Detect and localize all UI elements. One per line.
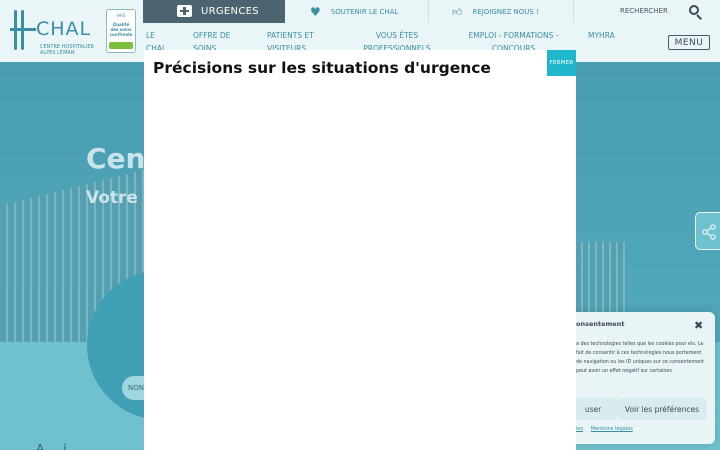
close-icon[interactable]: ✖ [694,319,703,332]
menu-button[interactable]: MENU [668,35,710,50]
search-icon[interactable] [689,5,703,20]
has-quality-badge[interactable]: HAS Qualité des soins confirmée [106,9,136,53]
topnav-separator [573,0,574,23]
nav-emploi-line1: EMPLOI - FORMATIONS - [468,31,559,40]
badge-certified-bar [109,42,133,49]
soutenir-label: SOUTENIR LE CHAL [330,7,399,16]
urgence-modal: Précisions sur les situations d'urgence … [144,50,576,450]
nav-offre-line1: OFFRE DE [193,31,231,40]
nav-le-chal-line1: LE [146,31,155,40]
badge-line3: confirmée [109,32,133,37]
search-label[interactable]: RECHERCHER [620,7,668,15]
first-aid-icon [177,5,192,17]
heart-icon: ♥ [310,4,321,19]
nav-myhra-line1: MYHRA [588,31,615,40]
nav-patients-line1: PATIENTS ET [267,31,314,40]
cookie-title: onsentement [576,320,625,328]
cookie-links: ies Mentions légales [576,426,639,432]
urgences-button[interactable]: URGENCES [143,0,285,23]
thumbs-up-icon: 👍︎ [452,6,463,18]
nav-myhra[interactable]: MYHRA [588,29,615,42]
soutenir-link[interactable]: ♥ SOUTENIR LE CHAL [310,0,398,23]
cookie-preferences-button[interactable]: Voir les préférences [618,398,706,420]
badge-top: HAS [116,13,126,18]
chal-logo-icon [10,10,36,50]
hero-subtitle: Votre [86,188,138,208]
share-icon [702,224,716,240]
cookie-consent-panel: onsentement ✖ a des technologies telles … [560,312,715,444]
logo-name: CHAL [36,18,92,40]
hero-title: Cen [86,142,146,175]
logo-subtitle: CENTRE HOSPITALIER ALPES LÉMAN [40,44,95,56]
share-tab[interactable] [695,212,720,250]
rejoignez-link[interactable]: 👍︎ REJOIGNEZ NOUS ! [452,0,539,23]
rejoignez-label: REJOIGNEZ NOUS ! [472,7,539,16]
urgences-label: URGENCES [201,6,259,17]
cookie-link-cookies[interactable]: ies [576,426,583,432]
nav-pro-line1: VOUS ÊTES [375,31,419,40]
cookie-text: a des technologies telles que les cookie… [576,342,704,374]
topnav-separator [428,0,429,23]
cookie-link-mentions[interactable]: Mentions légales [591,426,633,432]
modal-close-button[interactable]: FERMER [547,50,576,76]
modal-title: Précisions sur les situations d'urgence [153,59,491,77]
hero-bottom-text: A ... i [36,442,67,450]
chal-logo[interactable]: CHAL CENTRE HOSPITALIER ALPES LÉMAN [8,8,100,56]
